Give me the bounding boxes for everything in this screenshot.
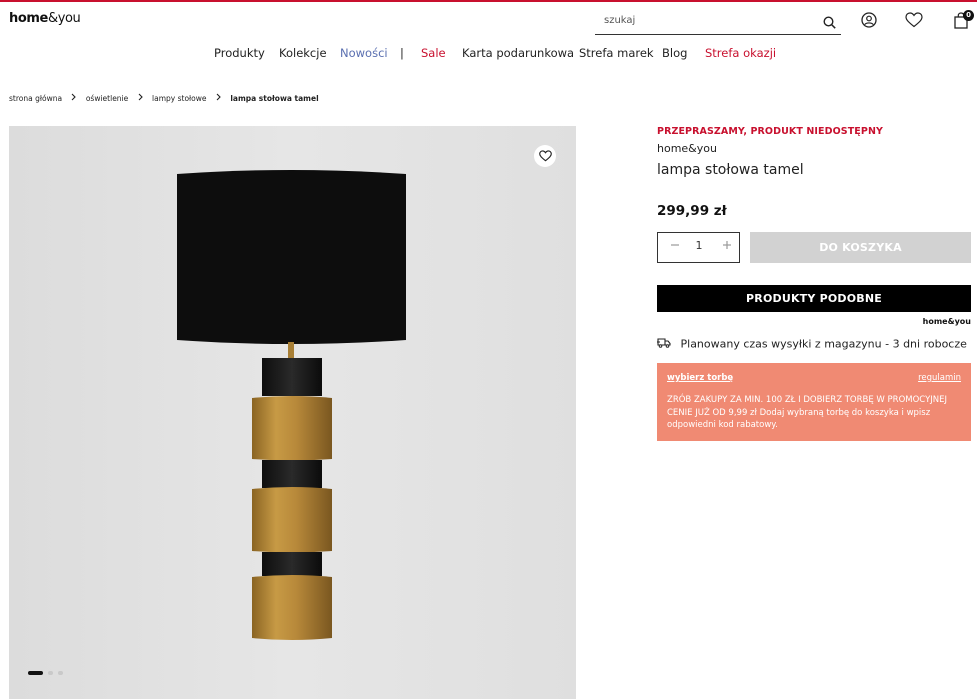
breadcrumb-item-lampy-stolowe[interactable]: lampy stołowe [152, 94, 206, 103]
breadcrumb-item-oswietlenie[interactable]: oświetlenie [86, 94, 128, 103]
gallery-dot-active[interactable] [28, 671, 43, 675]
promo-box: wybierz torbę regulamin ZRÓB ZAKUPY ZA M… [657, 363, 971, 441]
quantity-value[interactable]: 1 [691, 239, 707, 252]
shipping-info: Planowany czas wysyłki z magazynu - 3 dn… [657, 337, 967, 351]
chevron-right-icon [138, 93, 143, 103]
cart-count-badge: 0 [963, 10, 974, 21]
product-gallery[interactable] [9, 126, 576, 699]
search-icon[interactable] [823, 14, 836, 33]
promo-description: ZRÓB ZAKUPY ZA MIN. 100 ZŁ I DOBIERZ TOR… [667, 395, 948, 430]
nav-separator: | [400, 46, 404, 60]
search-input[interactable] [595, 9, 805, 32]
nav-item-produkty[interactable]: Produkty [214, 46, 265, 60]
top-accent-line [0, 0, 977, 2]
nav-item-strefa-marek[interactable]: Strefa marek [579, 46, 654, 60]
main-nav: Produkty Kolekcje Nowości | Sale Karta p… [0, 46, 977, 64]
truck-icon [657, 337, 671, 351]
plus-icon [723, 241, 731, 249]
product-title: lampa stołowa tamel [657, 162, 804, 178]
gallery-dot[interactable] [58, 671, 63, 675]
breadcrumb-item-current: lampa stołowa tamel [230, 93, 319, 103]
user-icon[interactable] [861, 12, 877, 32]
add-to-wishlist-button[interactable] [534, 145, 556, 167]
minus-icon [671, 244, 679, 246]
choose-bag-link[interactable]: wybierz torbę [667, 373, 733, 383]
quantity-increase-button[interactable] [719, 238, 735, 256]
heart-icon[interactable] [905, 12, 923, 32]
chevron-right-icon [216, 93, 221, 103]
breadcrumb: strona główna oświetlenie lampy stołowe … [9, 93, 319, 103]
unavailable-notice: PRZEPRASZAMY, PRODUKT NIEDOSTĘPNY [657, 126, 883, 137]
gallery-dot[interactable] [48, 671, 53, 675]
nav-item-strefa-okazji[interactable]: Strefa okazji [705, 46, 776, 60]
terms-link[interactable]: regulamin [918, 373, 961, 383]
product-image-lamp [9, 126, 576, 699]
quantity-decrease-button[interactable] [667, 238, 683, 256]
logo[interactable]: home&you [9, 11, 81, 26]
nav-item-karta-podarunkowa[interactable]: Karta podarunkowa [462, 46, 574, 60]
shipping-text: Planowany czas wysyłki z magazynu - 3 dn… [680, 337, 967, 351]
nav-item-sale[interactable]: Sale [421, 46, 446, 60]
product-price: 299,99 zł [657, 203, 727, 219]
nav-item-blog[interactable]: Blog [662, 46, 687, 60]
breadcrumb-item-home[interactable]: strona główna [9, 94, 62, 103]
add-to-cart-button[interactable]: DO KOSZYKA [750, 232, 971, 263]
chevron-right-icon [71, 93, 77, 103]
nav-item-kolekcje[interactable]: Kolekcje [279, 46, 327, 60]
nav-item-nowosci[interactable]: Nowości [340, 46, 388, 60]
similar-products-button[interactable]: PRODUKTY PODOBNE [657, 285, 971, 312]
search-bar [595, 8, 841, 35]
quantity-stepper: 1 [657, 232, 740, 263]
heart-icon [538, 150, 552, 162]
product-brand[interactable]: home&you [657, 142, 717, 155]
brand-link[interactable]: home&you [923, 317, 971, 326]
